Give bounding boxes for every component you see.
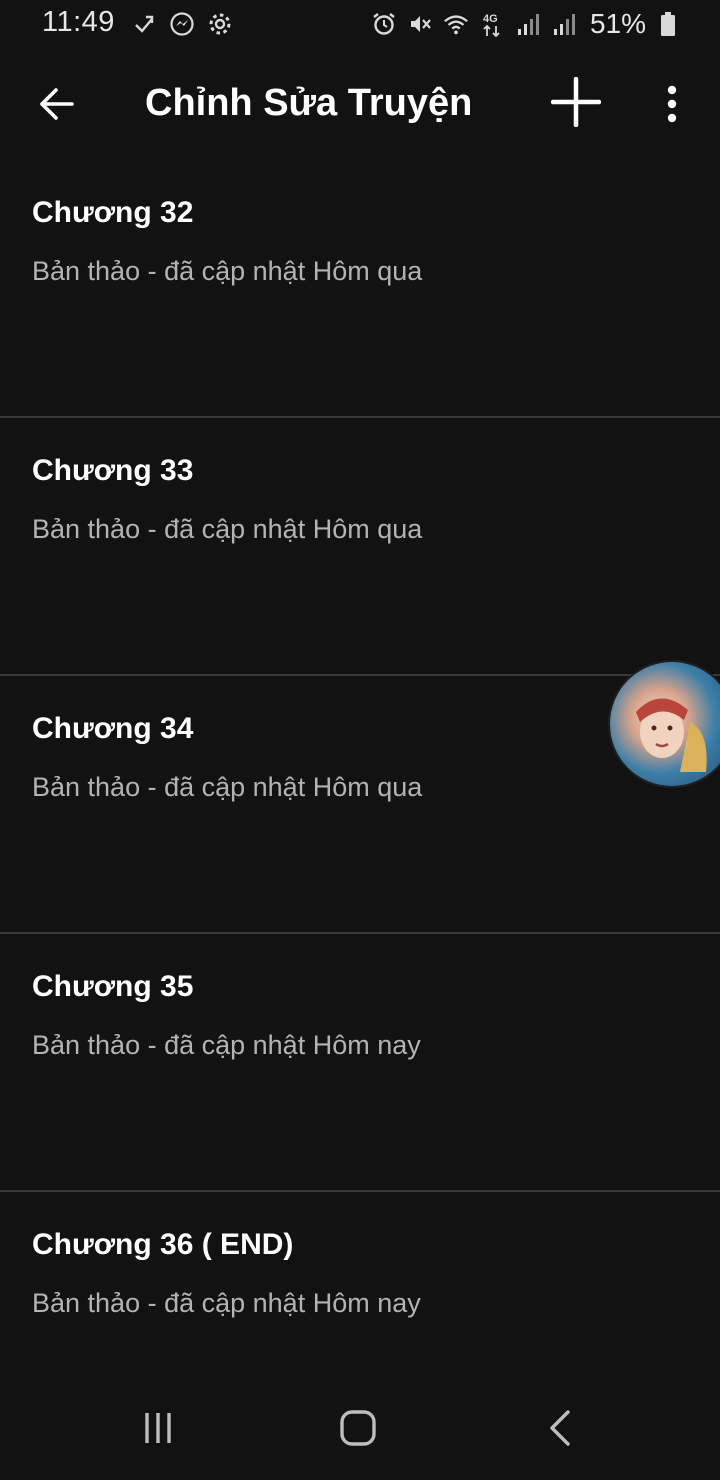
messenger-icon [168, 10, 196, 38]
chapter-item[interactable]: Chương 35 Bản thảo - đã cập nhật Hôm nay [0, 934, 720, 1192]
settings-gear-icon [206, 10, 234, 38]
chapter-status: Bản thảo - đã cập nhật Hôm qua [32, 772, 423, 802]
system-nav-bar [0, 1380, 720, 1480]
status-time: 11:49 [42, 6, 115, 38]
status-left-icons [130, 10, 234, 38]
chapter-status: Bản thảo - đã cập nhật Hôm nay [32, 1030, 421, 1060]
page-title: Chỉnh Sửa Truyện [145, 82, 473, 124]
battery-icon [654, 9, 682, 39]
nav-back-button[interactable] [536, 1408, 584, 1452]
plus-icon [550, 76, 602, 132]
chapter-item[interactable]: Chương 32 Bản thảo - đã cập nhật Hôm qua [0, 160, 720, 418]
chapter-title: Chương 32 [32, 196, 194, 229]
wifi-icon [442, 9, 470, 39]
status-bar: 11:49 4G 51% [0, 0, 720, 50]
signal-icon [550, 9, 578, 39]
chapter-status: Bản thảo - đã cập nhật Hôm qua [32, 256, 423, 286]
mute-icon [406, 9, 434, 39]
arrow-left-icon [38, 87, 74, 125]
add-chapter-button[interactable] [544, 72, 608, 136]
svg-text:4G: 4G [483, 13, 498, 25]
home-icon [339, 1409, 377, 1452]
4g-icon: 4G [478, 9, 506, 39]
chevron-left-icon [548, 1409, 572, 1451]
signal-icon [514, 9, 542, 39]
chapter-title: Chương 33 [32, 454, 194, 487]
chapter-title: Chương 36 ( END) [32, 1228, 294, 1261]
app-bar: Chỉnh Sửa Truyện [0, 56, 720, 156]
home-button[interactable] [334, 1408, 382, 1452]
chapter-title: Chương 35 [32, 970, 194, 1003]
back-button[interactable] [26, 76, 86, 136]
status-right-icons: 4G 51% [370, 8, 682, 40]
chapter-status: Bản thảo - đã cập nhật Hôm nay [32, 1288, 421, 1318]
alarm-icon [370, 9, 398, 39]
chapter-status: Bản thảo - đã cập nhật Hôm qua [32, 514, 423, 544]
recents-icon [141, 1411, 175, 1450]
more-options-button[interactable] [646, 76, 698, 136]
battery-percent: 51% [589, 8, 646, 39]
sync-icon [130, 10, 158, 38]
recents-button[interactable] [134, 1408, 182, 1452]
chapter-title: Chương 34 [32, 712, 194, 745]
chapter-item[interactable]: Chương 33 Bản thảo - đã cập nhật Hôm qua [0, 418, 720, 676]
chapter-list: Chương 32 Bản thảo - đã cập nhật Hôm qua… [0, 160, 720, 1448]
more-vertical-icon [666, 85, 678, 128]
